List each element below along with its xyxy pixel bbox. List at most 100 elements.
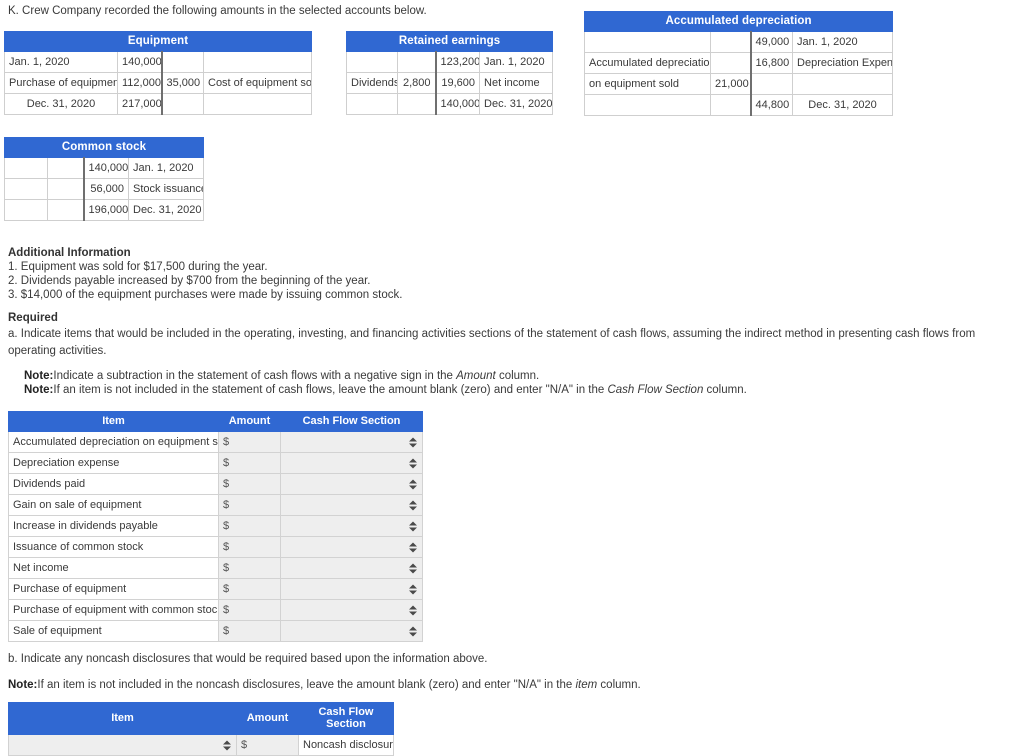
ledger-cell-debit-amount [47,157,85,179]
table-row: Depreciation expense $ [8,452,423,475]
ledger-cell-credit-label: Jan. 1, 2020 [127,157,205,179]
cash-flow-section-select[interactable] [280,452,423,475]
chevron-updown-icon[interactable] [408,457,417,470]
ledger-cell-debit-amount [710,52,752,74]
table-row: Purchase of equipment 112,000 35,000 Cos… [4,72,313,94]
note-text-post: column. [703,384,747,397]
ledger-cell-debit-amount: 21,000 [710,73,752,95]
chevron-updown-icon[interactable] [408,520,417,533]
noncash-item-select[interactable] [8,734,237,756]
cash-flow-section-select[interactable] [280,536,423,559]
table-row: Jan. 1, 2020 140,000 [4,51,313,73]
cash-flow-section-select[interactable] [280,620,423,643]
ledger-cell-credit-label: Stock issuance [127,178,205,200]
table-row: 44,800 Dec. 31, 2020 [584,94,894,116]
ledger-cell-credit-label [202,51,313,73]
table-row: Purchase of equipment $ [8,578,423,601]
ledger-equipment: Equipment Jan. 1, 2020 140,000 Purchase … [3,31,313,115]
amount-input[interactable]: $ [236,734,299,756]
amount-input[interactable]: $ [218,452,281,475]
table-row: 140,000 Dec. 31, 2020 [346,93,554,115]
chevron-updown-icon[interactable] [408,604,417,617]
chevron-updown-icon[interactable] [408,478,417,491]
note-label: Note: [24,370,54,383]
ledger-cell-credit-amount: 56,000 [83,178,129,200]
ledger-cell-debit-label [4,157,48,179]
ledger-cell-debit-label [584,31,712,53]
column-header-amount: Amount [236,702,299,736]
ledger-cell-credit-label [792,73,894,95]
chevron-updown-icon[interactable] [408,436,417,449]
ledger-cell-credit-amount [161,51,204,73]
ledger-cell-credit-amount: 49,000 [750,31,794,53]
table-row: Issuance of common stock $ [8,536,423,559]
table-row: Dividends 2,800 19,600 Net income [346,72,554,94]
amount-input[interactable]: $ [218,599,281,622]
required-part-a: a. Indicate items that would be included… [8,328,976,357]
chevron-updown-icon[interactable] [408,625,417,638]
amount-input[interactable]: $ [218,515,281,538]
ledger-cell-credit-label [202,93,313,115]
table-row: Accumulated depreciation 16,800 Deprecia… [584,52,894,74]
amount-input[interactable]: $ [218,536,281,559]
cash-flow-section-select[interactable] [280,431,423,454]
ledger-cell-credit-amount [161,93,204,115]
ledger-retained-earnings: Retained earnings 123,200 Jan. 1, 2020 D… [346,31,554,115]
ledger-cell-debit-amount [397,93,437,115]
amount-input[interactable]: $ [218,473,281,496]
ledger-cell-debit-amount [47,178,85,200]
table-row: 56,000 Stock issuance [4,178,205,200]
note-text-italic: Cash Flow Section [607,384,704,397]
table-row: on equipment sold 21,000 [584,73,894,95]
layout-spacer [4,398,1024,411]
ledger-cell-credit-amount: 16,800 [750,52,794,74]
noncash-disclosures-table: Item Amount Cash Flow Section $ Noncash … [8,702,394,756]
ledger-cell-debit-label [346,93,399,115]
cash-flow-items-table: Item Amount Cash Flow Section Accumulate… [8,411,423,643]
note-text-italic: item [575,679,598,692]
ledger-cell-credit-amount: 44,800 [750,94,794,116]
amount-input[interactable]: $ [218,557,281,580]
cash-flow-section-select[interactable] [280,515,423,538]
noncash-section-label: Noncash disclosure [298,734,394,756]
ledger-cell-debit-label: Dec. 31, 2020 [4,93,118,115]
ledger-accumulated-depreciation: Accumulated depreciation 49,000 Jan. 1, … [584,11,894,116]
chevron-updown-icon[interactable] [408,499,417,512]
cash-flow-section-select[interactable] [280,473,423,496]
cash-flow-section-select[interactable] [280,494,423,517]
table-row: Dec. 31, 2020 217,000 [4,93,313,115]
chevron-updown-icon[interactable] [408,583,417,596]
column-header-amount: Amount [218,411,281,433]
chevron-updown-icon[interactable] [408,541,417,554]
ledger-common-stock-title: Common stock [3,137,205,158]
column-header-cash-flow-section: Cash Flow Section [298,702,394,736]
chevron-updown-icon[interactable] [222,739,231,752]
cash-flow-section-select[interactable] [280,557,423,580]
note-amount-sign: Note:Indicate a subtraction in the state… [24,370,1024,382]
layout-spacer [4,116,1024,137]
amount-input[interactable]: $ [218,620,281,643]
ledger-cell-debit-amount: 140,000 [117,51,163,73]
cash-flow-section-select[interactable] [280,578,423,601]
ledger-cell-credit-amount: 140,000 [83,157,129,179]
note-text-pre: Indicate a subtraction in the statement … [53,370,457,383]
ledger-cell-debit-amount [710,94,752,116]
layout-spacer [4,303,1024,312]
ledger-cell-debit-label: Dividends [346,72,399,94]
amount-input[interactable]: $ [218,494,281,517]
chevron-updown-icon[interactable] [408,562,417,575]
cash-flow-section-select[interactable] [280,599,423,622]
ledger-cell-credit-label: Jan. 1, 2020 [479,51,554,73]
table-row: 49,000 Jan. 1, 2020 [584,31,894,53]
required-heading: Required [8,312,58,324]
column-header-item: Item [8,411,219,433]
row-item-label: Increase in dividends payable [8,515,219,538]
amount-input[interactable]: $ [218,578,281,601]
row-item-label: Issuance of common stock [8,536,219,559]
ledger-row-top: Equipment Jan. 1, 2020 140,000 Purchase … [3,11,1024,116]
layout-spacer [4,221,1024,247]
amount-input[interactable]: $ [218,431,281,454]
ledger-cell-debit-label [4,178,48,200]
ledger-cell-credit-label: Dec. 31, 2020 [479,93,554,115]
ledger-retained-earnings-title: Retained earnings [346,31,554,52]
